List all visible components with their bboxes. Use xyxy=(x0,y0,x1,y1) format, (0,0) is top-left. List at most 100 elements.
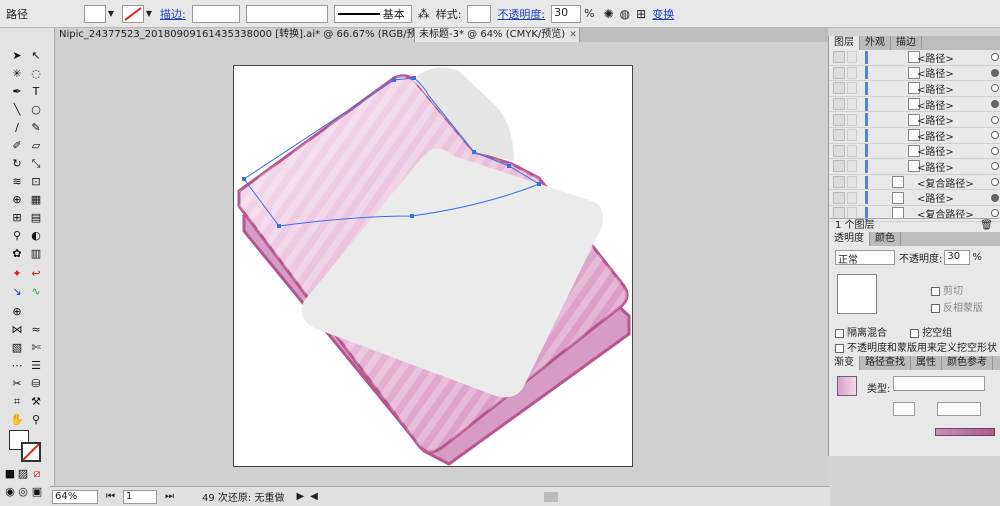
brush-select[interactable]: 基本 xyxy=(333,4,412,23)
list-icon[interactable]: ☰ xyxy=(27,358,45,374)
magic-wand-icon[interactable]: ✳ xyxy=(8,66,26,82)
blend-tool-icon[interactable]: ◐ xyxy=(27,228,45,244)
stroke-options-icon[interactable]: ⁂ xyxy=(418,7,430,21)
warp-tool-icon[interactable]: ≋ xyxy=(8,174,26,190)
lock-toggle[interactable] xyxy=(847,176,857,189)
none-mode-icon[interactable]: ⧄ xyxy=(31,466,43,482)
target-circle-icon[interactable] xyxy=(991,146,999,155)
tab-document-2[interactable]: 未标题-3* @ 64% (CMYK/预览) ✕ xyxy=(415,28,580,42)
target-circle-icon[interactable] xyxy=(991,131,999,140)
graphic-style-swatch[interactable] xyxy=(467,4,492,23)
screen-mode-icon[interactable]: ▣ xyxy=(31,484,43,500)
zoom-select[interactable]: 64% xyxy=(52,489,98,504)
target-circle-icon[interactable] xyxy=(991,68,999,77)
gradient-type-select[interactable] xyxy=(893,376,985,391)
target-circle-icon[interactable] xyxy=(991,162,999,171)
paintbrush-icon[interactable]: ∕ xyxy=(8,120,26,136)
live-paint-icon[interactable]: ⛁ xyxy=(27,376,45,392)
eyedropper-alt-icon[interactable]: ⚒ xyxy=(27,394,45,410)
layer-row[interactable]: <路径> xyxy=(829,159,1000,175)
draw-behind-icon[interactable]: ◎ xyxy=(17,484,29,500)
lasso-icon[interactable]: ◌ xyxy=(27,66,45,82)
tab-color-guide[interactable]: 颜色参考 xyxy=(942,356,993,370)
play-icon[interactable]: ▶ xyxy=(296,491,304,502)
align-icon[interactable]: ⊞ xyxy=(636,7,646,21)
target-circle-icon[interactable] xyxy=(991,178,999,187)
lock-toggle[interactable] xyxy=(847,160,857,173)
target-circle-icon[interactable] xyxy=(991,193,999,202)
add-anchor-icon[interactable]: ✦ xyxy=(8,266,26,282)
zoom-tool-icon[interactable]: ⚲ xyxy=(27,412,45,428)
gradient-swatch[interactable] xyxy=(837,376,857,396)
globe-icon[interactable]: ◍ xyxy=(620,7,630,21)
measure-icon[interactable]: ⋯ xyxy=(8,358,26,374)
invert-mask-checkbox[interactable] xyxy=(931,303,940,313)
stroke-weight-input[interactable] xyxy=(191,4,240,23)
opacity-input[interactable]: 30 xyxy=(944,250,971,265)
target-circle-icon[interactable] xyxy=(991,115,999,124)
tab-attributes[interactable]: 属性 xyxy=(911,356,942,370)
page-nav-last-icon[interactable]: ⏭ xyxy=(165,491,174,502)
stroke-swatch[interactable] xyxy=(122,4,144,23)
lock-toggle[interactable] xyxy=(847,51,857,64)
visibility-icon[interactable] xyxy=(833,144,845,157)
lock-toggle[interactable] xyxy=(847,129,857,142)
lock-toggle[interactable] xyxy=(847,66,857,79)
target-circle-icon[interactable] xyxy=(991,53,999,62)
layer-row[interactable]: <路径> xyxy=(829,190,1000,206)
tab-pathfinder[interactable]: 路径查找 xyxy=(860,356,911,370)
lock-toggle[interactable] xyxy=(847,191,857,204)
opacity-mask-thumbnail[interactable] xyxy=(837,274,877,314)
tab-appearance[interactable]: 外观 xyxy=(860,36,891,50)
opacity-link[interactable]: 不透明度: xyxy=(497,6,545,22)
width-tool-icon[interactable]: ↘ xyxy=(8,284,26,300)
selection-tool-icon[interactable]: ➤ xyxy=(8,48,26,64)
stroke-color-box[interactable] xyxy=(21,442,41,462)
visibility-icon[interactable] xyxy=(833,113,845,126)
variable-width-select[interactable] xyxy=(245,4,328,23)
slice-tool-icon[interactable]: ▧ xyxy=(8,340,26,356)
perspective-grid-icon[interactable]: ▦ xyxy=(27,192,45,208)
visibility-icon[interactable] xyxy=(833,160,845,173)
lock-toggle[interactable] xyxy=(847,113,857,126)
pen-tool-icon[interactable]: ✒ xyxy=(8,84,26,100)
color-mode-icon[interactable]: ■ xyxy=(4,466,16,482)
tab-transparency[interactable]: 透明度 xyxy=(829,232,870,246)
convert-anchor-icon[interactable]: ↩ xyxy=(27,266,45,282)
tab-stroke[interactable]: 描边 xyxy=(891,36,922,50)
target-circle-icon[interactable] xyxy=(991,209,999,218)
visibility-icon[interactable] xyxy=(833,82,845,95)
symbol-sprayer-icon[interactable]: ✿ xyxy=(8,246,26,262)
artboard[interactable] xyxy=(233,65,633,467)
aspect-ratio-input[interactable] xyxy=(937,402,981,416)
column-graph-icon[interactable]: ▥ xyxy=(27,246,45,262)
smooth-tool-icon[interactable]: ∿ xyxy=(27,284,45,300)
target-circle-icon[interactable] xyxy=(991,100,999,109)
layer-row[interactable]: <路径> xyxy=(829,112,1000,128)
chevron-down-icon[interactable]: ▼ xyxy=(144,5,154,23)
gradient-angle-input[interactable] xyxy=(893,402,915,416)
ellipse-tool-icon[interactable]: ○ xyxy=(27,102,45,118)
layer-row[interactable]: <路径> xyxy=(829,97,1000,113)
visibility-icon[interactable] xyxy=(833,98,845,111)
free-transform-icon[interactable]: ⊡ xyxy=(27,174,45,190)
gradient-tool-icon[interactable]: ▤ xyxy=(27,210,45,226)
scrollbar-thumb[interactable] xyxy=(543,491,558,502)
layer-row[interactable]: <路径> xyxy=(829,128,1000,144)
gradient-slider[interactable] xyxy=(935,428,995,436)
hand-tool-icon[interactable]: ✋ xyxy=(8,412,26,428)
lock-toggle[interactable] xyxy=(847,144,857,157)
visibility-icon[interactable] xyxy=(833,129,845,142)
knife-icon[interactable]: ✂ xyxy=(8,376,26,392)
shape-builder-icon[interactable]: ⊕ xyxy=(8,192,26,208)
rotate-tool-icon[interactable]: ↻ xyxy=(8,156,26,172)
lock-toggle[interactable] xyxy=(847,98,857,111)
blob-brush-icon[interactable]: ✐ xyxy=(8,138,26,154)
isolate-blending-checkbox[interactable] xyxy=(835,328,844,338)
recolor-icon[interactable]: ✺ xyxy=(604,7,614,21)
delete-layer-icon[interactable]: 🗑 xyxy=(980,219,993,233)
direct-selection-tool-icon[interactable]: ↖ xyxy=(27,48,45,64)
tab-layers[interactable]: 图层 xyxy=(829,36,860,50)
layer-row[interactable]: <复合路径> xyxy=(829,175,1000,191)
book-artwork[interactable] xyxy=(234,66,634,468)
